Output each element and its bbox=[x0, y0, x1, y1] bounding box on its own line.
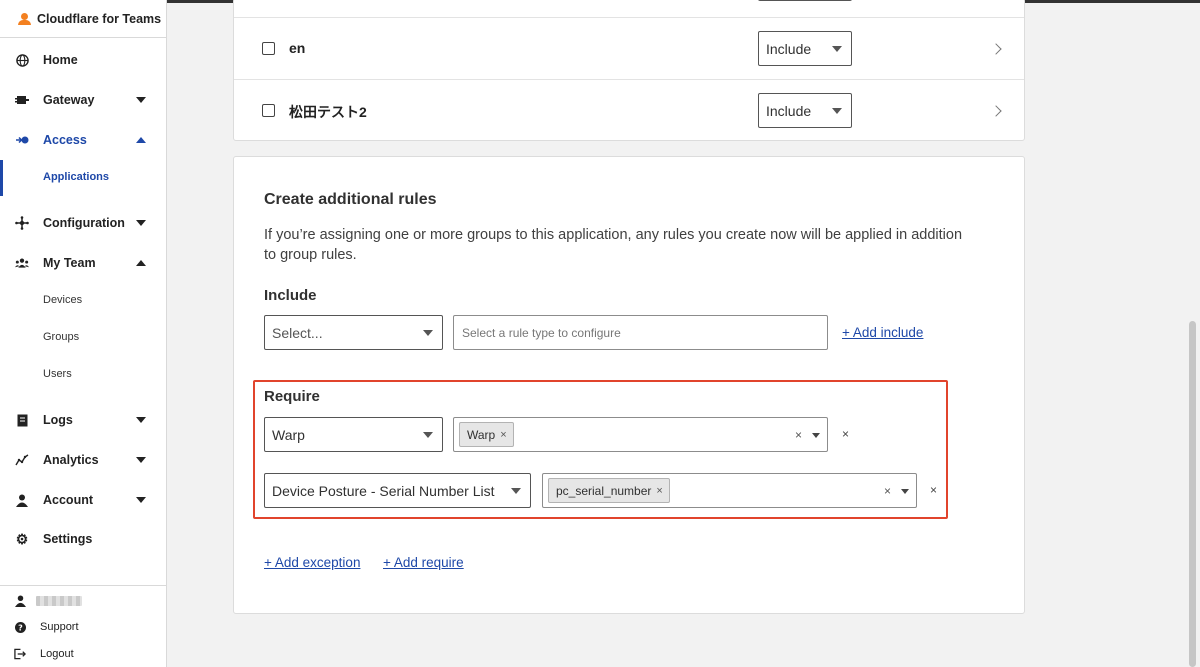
include-label: Include bbox=[264, 287, 317, 304]
sidebar-item-account[interactable]: Account bbox=[0, 486, 166, 514]
select-value: Include bbox=[766, 40, 812, 57]
scrollbar[interactable] bbox=[1189, 321, 1196, 667]
sidebar-item-settings[interactable]: ⚙ Settings bbox=[0, 525, 166, 553]
sidebar-item-label: Gateway bbox=[43, 93, 95, 107]
gear-icon: ⚙ bbox=[15, 530, 29, 547]
add-exception-link[interactable]: + Add exception bbox=[264, 555, 360, 570]
analytics-icon bbox=[15, 453, 29, 467]
sidebar-item-label: Access bbox=[43, 133, 87, 147]
group-name: en bbox=[289, 40, 306, 56]
sidebar-subitem-groups[interactable]: Groups bbox=[43, 331, 79, 343]
group-checkbox[interactable] bbox=[262, 104, 275, 117]
section-description-line2: to group rules. bbox=[264, 247, 357, 263]
require-highlight-box bbox=[253, 380, 948, 519]
sidebar-item-analytics[interactable]: Analytics bbox=[0, 446, 166, 474]
globe-icon bbox=[15, 53, 29, 67]
input-placeholder: Select a rule type to configure bbox=[462, 325, 621, 340]
add-include-link[interactable]: + Add include bbox=[842, 325, 923, 340]
chevron-right-icon[interactable] bbox=[990, 105, 1002, 117]
section-title: Create additional rules bbox=[264, 191, 437, 208]
brand-name: Cloudflare for Teams bbox=[37, 12, 162, 26]
table-row: 松田テスト2 Include bbox=[234, 79, 1024, 141]
add-require-link[interactable]: + Add require bbox=[383, 555, 464, 570]
user-icon bbox=[14, 595, 26, 607]
sidebar-item-gateway[interactable]: Gateway bbox=[0, 86, 166, 114]
sidebar-item-label: Settings bbox=[43, 532, 93, 546]
logout-label: Logout bbox=[40, 648, 74, 660]
table-row: en Include bbox=[234, 17, 1024, 79]
support-label: Support bbox=[40, 621, 79, 633]
brand[interactable]: Cloudflare for Teams bbox=[18, 12, 161, 26]
chevron-down-icon bbox=[136, 97, 146, 103]
sidebar-item-configuration[interactable]: Configuration bbox=[0, 209, 166, 237]
sidebar-item-label: Account bbox=[43, 493, 93, 507]
team-icon bbox=[15, 256, 29, 270]
sidebar-item-home[interactable]: Home bbox=[0, 46, 166, 74]
help-icon: ? bbox=[14, 621, 26, 633]
chevron-down-icon bbox=[136, 497, 146, 503]
account-icon bbox=[15, 493, 29, 507]
sidebar-item-label: Home bbox=[43, 53, 78, 67]
sidebar: Cloudflare for Teams Home Gateway Access… bbox=[0, 0, 167, 667]
brand-logo-icon bbox=[18, 13, 32, 25]
chevron-up-icon bbox=[136, 137, 146, 143]
groups-card: en Include 松田テスト2 Include bbox=[233, 0, 1025, 141]
chevron-down-icon bbox=[136, 457, 146, 463]
section-description-line1: If you’re assigning one or more groups t… bbox=[264, 227, 963, 243]
chevron-down-icon bbox=[136, 417, 146, 423]
sidebar-item-access[interactable]: Access bbox=[0, 126, 166, 154]
chevron-up-icon bbox=[136, 260, 146, 266]
redacted-username bbox=[36, 596, 82, 606]
support-menu[interactable]: ? Support bbox=[0, 616, 166, 638]
sidebar-item-label: Logs bbox=[43, 413, 73, 427]
sidebar-item-label: My Team bbox=[43, 256, 96, 270]
sidebar-item-label: Analytics bbox=[43, 453, 99, 467]
sidebar-divider bbox=[0, 37, 167, 38]
sidebar-item-logs[interactable]: Logs bbox=[0, 406, 166, 434]
previous-row-select[interactable] bbox=[758, 0, 852, 1]
sidebar-divider bbox=[0, 585, 167, 586]
group-checkbox[interactable] bbox=[262, 42, 275, 55]
group-action-select[interactable]: Include bbox=[758, 31, 852, 66]
gateway-icon bbox=[15, 93, 29, 107]
logout-link[interactable]: Logout bbox=[0, 643, 166, 665]
sidebar-item-label: Configuration bbox=[43, 216, 125, 230]
sidebar-item-my-team[interactable]: My Team bbox=[0, 249, 166, 277]
active-indicator bbox=[0, 160, 3, 196]
select-value: Include bbox=[766, 102, 812, 119]
logout-icon bbox=[14, 648, 26, 660]
chevron-down-icon bbox=[136, 220, 146, 226]
dropdown-arrow-icon bbox=[423, 329, 433, 336]
dropdown-arrow-icon bbox=[832, 107, 842, 114]
svg-text:?: ? bbox=[18, 623, 23, 632]
dropdown-arrow-icon bbox=[832, 45, 842, 52]
sidebar-subitem-devices[interactable]: Devices bbox=[43, 294, 82, 306]
include-value-input[interactable]: Select a rule type to configure bbox=[453, 315, 828, 350]
chevron-right-icon[interactable] bbox=[990, 43, 1002, 55]
include-type-select[interactable]: Select... bbox=[264, 315, 443, 350]
group-action-select[interactable]: Include bbox=[758, 93, 852, 128]
sidebar-subitem-users[interactable]: Users bbox=[43, 368, 72, 380]
logs-icon bbox=[15, 413, 29, 427]
group-name: 松田テスト2 bbox=[289, 104, 367, 120]
select-value: Select... bbox=[272, 324, 323, 341]
access-icon bbox=[15, 133, 29, 147]
configuration-icon bbox=[15, 216, 29, 230]
sidebar-subitem-applications[interactable]: Applications bbox=[43, 171, 109, 183]
user-menu[interactable] bbox=[0, 590, 166, 612]
